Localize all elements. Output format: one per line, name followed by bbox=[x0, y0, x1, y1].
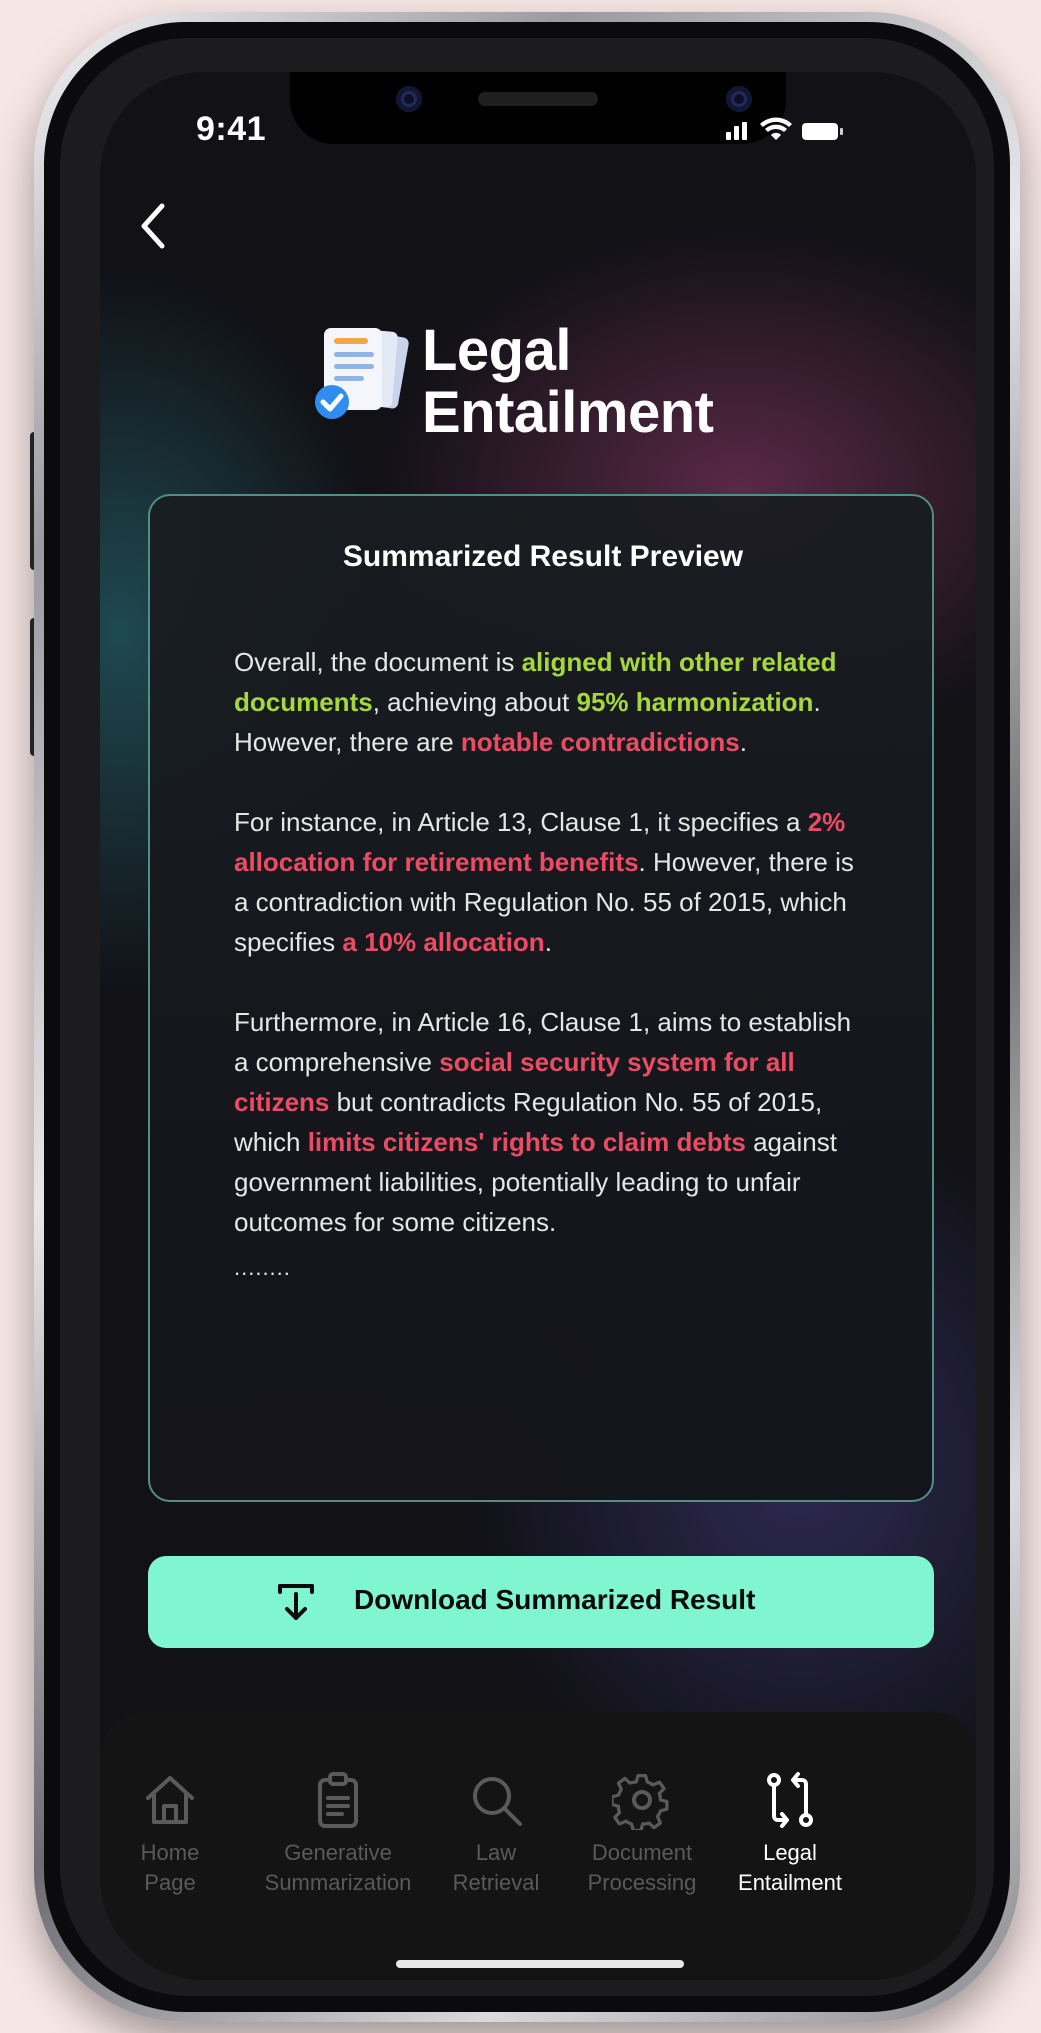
status-time: 9:41 bbox=[196, 110, 267, 148]
tab-label-line2: Retrieval bbox=[452, 1870, 540, 1895]
search-icon bbox=[473, 1777, 522, 1826]
tab-label-line2: Processing bbox=[587, 1870, 697, 1895]
tab-label: Law Retrieval bbox=[412, 1838, 580, 1898]
tab-legal-entailment[interactable]: Legal Entailment bbox=[706, 1770, 874, 1898]
summary-text: Overall, the document is aligned with ot… bbox=[234, 642, 864, 1288]
cellular-signal-icon bbox=[726, 122, 747, 140]
tab-label: Document Processing bbox=[558, 1838, 726, 1898]
home-icon bbox=[146, 1776, 194, 1824]
summary-paragraph-2: For instance, in Article 13, Clause 1, i… bbox=[234, 802, 864, 962]
summary-preview-card: Summarized Result Preview Overall, the d… bbox=[148, 494, 934, 1502]
page-header: Legal Entailment bbox=[310, 320, 730, 480]
sensor-icon bbox=[726, 86, 752, 112]
card-title: Summarized Result Preview bbox=[342, 540, 744, 573]
tab-label-line1: Home bbox=[140, 1840, 200, 1865]
tab-label-line2: Entailment bbox=[738, 1870, 842, 1895]
tab-home-page[interactable]: Home Page bbox=[100, 1770, 254, 1898]
documents-check-icon bbox=[315, 328, 409, 419]
tab-document-processing[interactable]: Document Processing bbox=[558, 1770, 726, 1898]
summary-paragraph-1: Overall, the document is aligned with ot… bbox=[234, 642, 864, 762]
wifi-icon bbox=[760, 117, 792, 140]
tab-label-line1: Law bbox=[475, 1840, 517, 1865]
tab-label: Legal Entailment bbox=[706, 1838, 874, 1898]
page-title: Legal Entailment bbox=[422, 320, 714, 444]
highlighted-phrase: 95% harmonization bbox=[576, 687, 814, 717]
download-button-label: Download Summarized Result bbox=[354, 1584, 756, 1615]
highlighted-phrase: a 10% allocation bbox=[342, 927, 545, 957]
highlighted-phrase: notable contradictions bbox=[460, 727, 740, 757]
text-segment: . bbox=[544, 927, 552, 957]
text-segment: , achieving about bbox=[372, 687, 577, 717]
tab-label-line2: Page bbox=[144, 1870, 196, 1895]
tab-generative-summarization[interactable]: Generative Summarization bbox=[240, 1770, 436, 1898]
battery-icon bbox=[802, 123, 843, 140]
text-segment: For instance, in Article 13, Clause 1, i… bbox=[234, 807, 808, 837]
speaker-grille bbox=[478, 92, 598, 106]
tab-label-line1: Generative bbox=[284, 1840, 392, 1865]
tab-label-line2: Summarization bbox=[264, 1870, 412, 1895]
text-segment: Overall, the document is bbox=[234, 647, 522, 677]
status-icons bbox=[726, 117, 843, 140]
tab-label: Home Page bbox=[100, 1838, 254, 1898]
summary-paragraph-3: Furthermore, in Article 16, Clause 1, ai… bbox=[234, 1002, 864, 1242]
ellipsis: ........ bbox=[234, 1255, 291, 1280]
camera-icon bbox=[396, 86, 422, 112]
tab-label: Generative Summarization bbox=[240, 1838, 436, 1898]
bottom-tab-bar: Home Page Generative Summarization Law Retr… bbox=[100, 1712, 976, 1980]
notch bbox=[290, 72, 786, 144]
tab-label-line1: Legal bbox=[763, 1840, 817, 1865]
download-summarized-result-button[interactable]: Download Summarized Result bbox=[148, 1556, 934, 1648]
page-title-line1: Legal bbox=[422, 318, 571, 383]
clipboard-icon bbox=[318, 1772, 358, 1828]
highlighted-phrase: limits citizens' rights to claim debts bbox=[307, 1127, 746, 1157]
back-button[interactable] bbox=[130, 196, 176, 256]
chevron-left-icon bbox=[141, 203, 165, 249]
text-segment: . bbox=[739, 727, 747, 757]
app-screen: 9:41 Legal Entailment Summarized Result … bbox=[100, 72, 976, 1980]
download-icon bbox=[278, 1584, 314, 1620]
home-indicator[interactable] bbox=[396, 1960, 684, 1968]
gear-icon bbox=[612, 1773, 669, 1830]
tab-law-retrieval[interactable]: Law Retrieval bbox=[412, 1770, 580, 1898]
page-title-line2: Entailment bbox=[422, 380, 714, 445]
tab-label-line1: Document bbox=[591, 1840, 693, 1865]
git-compare-icon bbox=[767, 1772, 813, 1828]
